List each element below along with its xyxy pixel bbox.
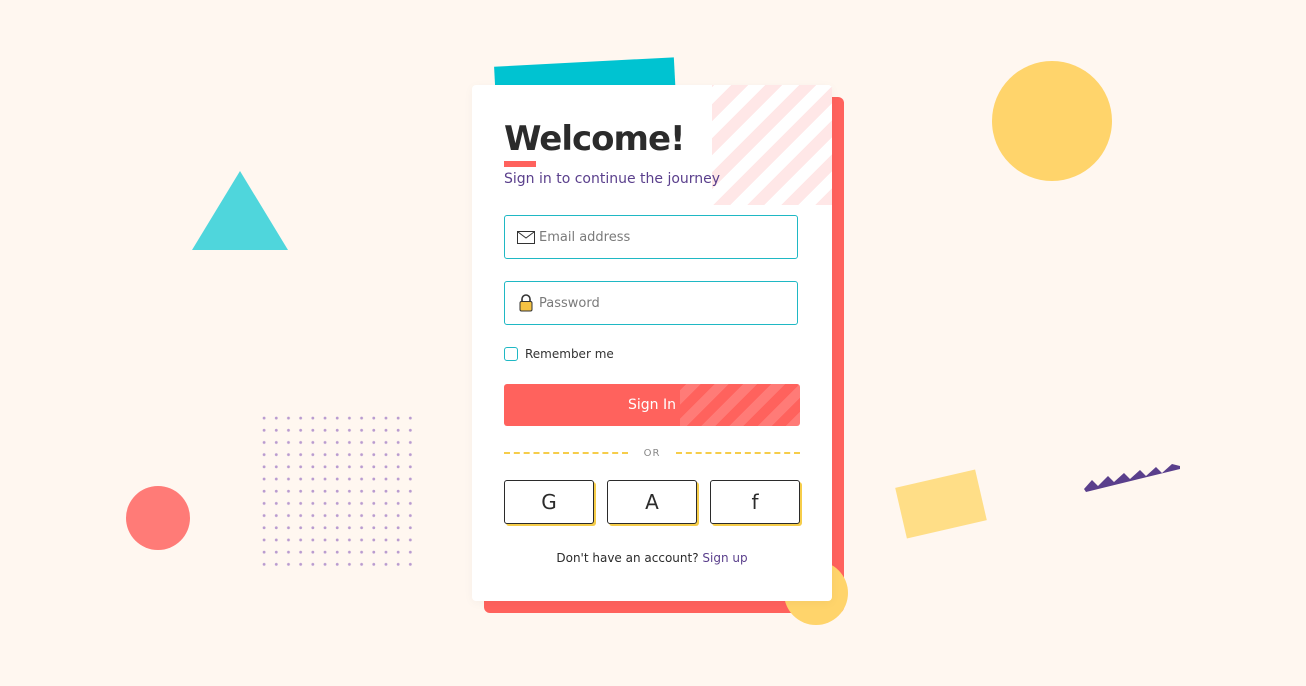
lock-icon [517,294,535,312]
signup-prompt-text: Don't have an account? [556,551,699,565]
remember-me[interactable]: Remember me [504,347,614,361]
sign-in-label: Sign In [628,397,676,413]
remember-me-checkbox[interactable] [504,347,518,361]
decor-triangle [192,171,288,250]
sign-up-link[interactable]: Sign up [702,551,747,565]
divider-line-right [676,452,801,454]
remember-me-label: Remember me [525,347,614,361]
button-stripe-pattern [680,384,800,426]
divider-line-left [504,452,628,454]
apple-sign-in-button[interactable]: A [607,480,697,524]
signup-prompt: Don't have an account? Sign up [472,551,832,565]
decor-yellow-rectangle [895,469,987,539]
decor-zigzag [1084,464,1180,492]
decor-dot-grid [258,412,414,568]
facebook-sign-in-button[interactable]: f [710,480,800,524]
subtitle: Sign in to continue the journey [504,171,721,187]
or-divider: OR [504,446,801,460]
email-input[interactable] [535,215,785,259]
password-input[interactable] [535,281,785,325]
apple-icon: A [645,490,659,514]
or-text: OR [643,447,661,459]
facebook-icon: f [751,490,759,514]
password-field-wrapper [504,281,798,325]
google-sign-in-button[interactable]: G [504,480,594,524]
decor-coral-circle [126,486,190,550]
login-card: Welcome! Sign in to continue the journey… [472,85,832,601]
envelope-icon [517,228,535,246]
page-title: Welcome! [504,119,686,159]
email-field-wrapper [504,215,798,259]
sign-in-button[interactable]: Sign In [504,384,800,426]
decor-yellow-circle [992,61,1112,181]
google-icon: G [541,490,557,514]
title-underline [504,161,536,167]
card-stripe-pattern [712,85,832,205]
